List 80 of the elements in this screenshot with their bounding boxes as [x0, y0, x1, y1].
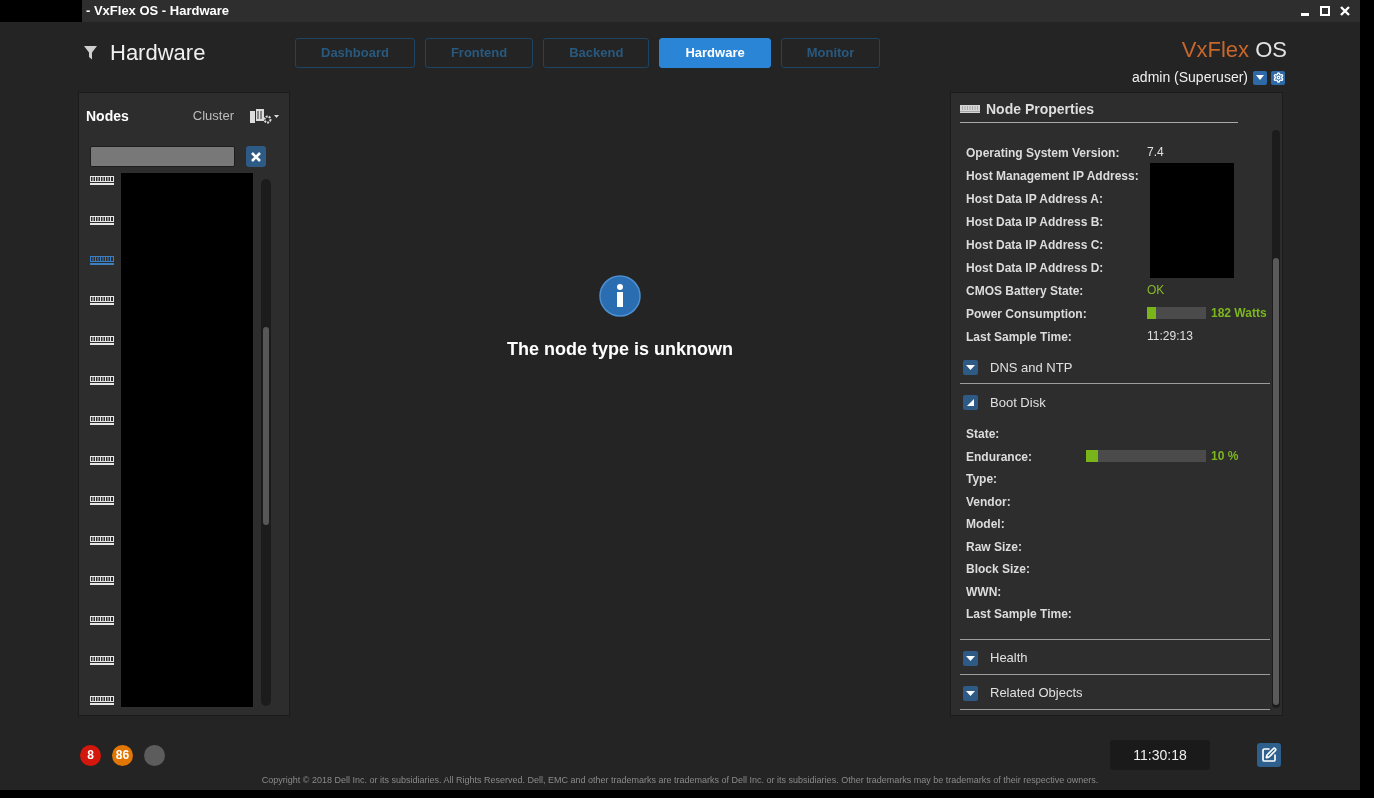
- server-icon[interactable]: [90, 376, 114, 385]
- expand-toggle[interactable]: [963, 650, 978, 666]
- close-icon: [251, 151, 261, 162]
- info-message: The node type is unknown: [507, 338, 733, 361]
- maximize-icon[interactable]: [1320, 6, 1330, 16]
- settings-icon: [1272, 72, 1284, 83]
- property-label: WWN:: [966, 584, 1002, 599]
- property-label: Operating System Version:: [966, 145, 1120, 160]
- scrollbar-thumb[interactable]: [1273, 258, 1279, 705]
- property-label: Block Size:: [966, 562, 1031, 577]
- brand-logo: VxFlex OS: [1181, 38, 1287, 62]
- caret-down-icon: [1256, 75, 1264, 80]
- expand-toggle[interactable]: [963, 360, 978, 375]
- property-label: Raw Size:: [966, 539, 1022, 554]
- server-icon[interactable]: [90, 656, 114, 665]
- property-label: Endurance:: [966, 449, 1032, 464]
- property-label: Vendor:: [966, 494, 1011, 509]
- filter-icon: [84, 46, 97, 60]
- server-icon[interactable]: [90, 456, 114, 465]
- section-title[interactable]: DNS and NTP: [990, 357, 1073, 378]
- caret-down-icon: [966, 690, 975, 696]
- panel-title: Nodes: [86, 106, 129, 126]
- property-label: Host Data IP Address C:: [966, 237, 1104, 252]
- server-icon[interactable]: [90, 296, 114, 305]
- property-label: Host Data IP Address D:: [966, 260, 1104, 275]
- server-icon[interactable]: [90, 616, 114, 625]
- server-icon[interactable]: [90, 496, 114, 505]
- property-label: State:: [966, 427, 1000, 442]
- clear-search-button[interactable]: [246, 146, 266, 167]
- cluster-link[interactable]: Cluster: [192, 106, 234, 126]
- meter-reading: 182 Watts: [1211, 304, 1267, 322]
- server-icon: [960, 105, 980, 113]
- edit-icon: [1261, 747, 1277, 763]
- edit-button[interactable]: [1257, 743, 1281, 767]
- property-label: Type:: [966, 472, 998, 487]
- property-label: Model:: [966, 517, 1005, 532]
- alert-count-badge[interactable]: 8: [80, 744, 101, 766]
- expand-toggle[interactable]: [963, 685, 978, 701]
- alert-count-badge[interactable]: 86: [112, 744, 133, 766]
- server-icon[interactable]: [90, 416, 114, 425]
- scrollbar-thumb[interactable]: [263, 327, 269, 525]
- panel-title: Node Properties: [986, 99, 1095, 119]
- user-dropdown-button[interactable]: [1253, 70, 1267, 85]
- corner-triangle-icon: [967, 399, 974, 406]
- user-name: admin (Superuser): [1132, 68, 1248, 87]
- info-icon: [599, 275, 641, 317]
- property-label: CMOS Battery State:: [966, 283, 1084, 298]
- copyright-text: Copyright © 2018 Dell Inc. or its subsidiaries. All Rights Reserved. Dell, EMC and other trademarks are trademarks of Dell Inc. or its subsidiaries. Other trademarks may be trademarks of their respective owners.: [261, 774, 1099, 787]
- server-icon[interactable]: [90, 576, 114, 585]
- property-label: Last Sample Time:: [966, 329, 1072, 344]
- caret-down-icon: [966, 365, 975, 370]
- server-gear-icon: [250, 108, 272, 124]
- page-title: Hardware: [110, 42, 206, 64]
- property-value: 7.4: [1147, 143, 1164, 161]
- server-icon[interactable]: [90, 696, 114, 705]
- window-title: - VxFlex OS - Hardware: [86, 2, 230, 21]
- section-title[interactable]: Health: [990, 648, 1028, 668]
- cluster-actions-button[interactable]: [250, 108, 279, 124]
- close-icon[interactable]: [1340, 6, 1350, 16]
- section-title[interactable]: Boot Disk: [990, 392, 1046, 413]
- status-value: OK: [1147, 281, 1165, 299]
- property-label: Host Data IP Address B:: [966, 214, 1104, 229]
- property-label: Last Sample Time:: [966, 607, 1072, 622]
- caret-down-icon: [274, 114, 279, 118]
- server-icon[interactable]: [90, 176, 114, 185]
- property-label: Host Management IP Address:: [966, 168, 1139, 183]
- server-icon[interactable]: [90, 336, 114, 345]
- server-icon[interactable]: [90, 216, 114, 225]
- property-label: Power Consumption:: [966, 306, 1087, 321]
- settings-button[interactable]: [1271, 70, 1285, 85]
- search-field[interactable]: [90, 146, 235, 167]
- section-title[interactable]: Related Objects: [990, 683, 1083, 703]
- expand-toggle[interactable]: [963, 395, 978, 410]
- server-icon[interactable]: [90, 536, 114, 545]
- property-label: Host Data IP Address A:: [966, 191, 1103, 206]
- nav-tab[interactable]: Hardware: [659, 38, 771, 68]
- clock-display: 11:30:18: [1110, 740, 1210, 770]
- meter-reading: 10 %: [1211, 447, 1239, 465]
- property-value: 11:29:13: [1147, 327, 1193, 345]
- caret-down-icon: [966, 655, 975, 661]
